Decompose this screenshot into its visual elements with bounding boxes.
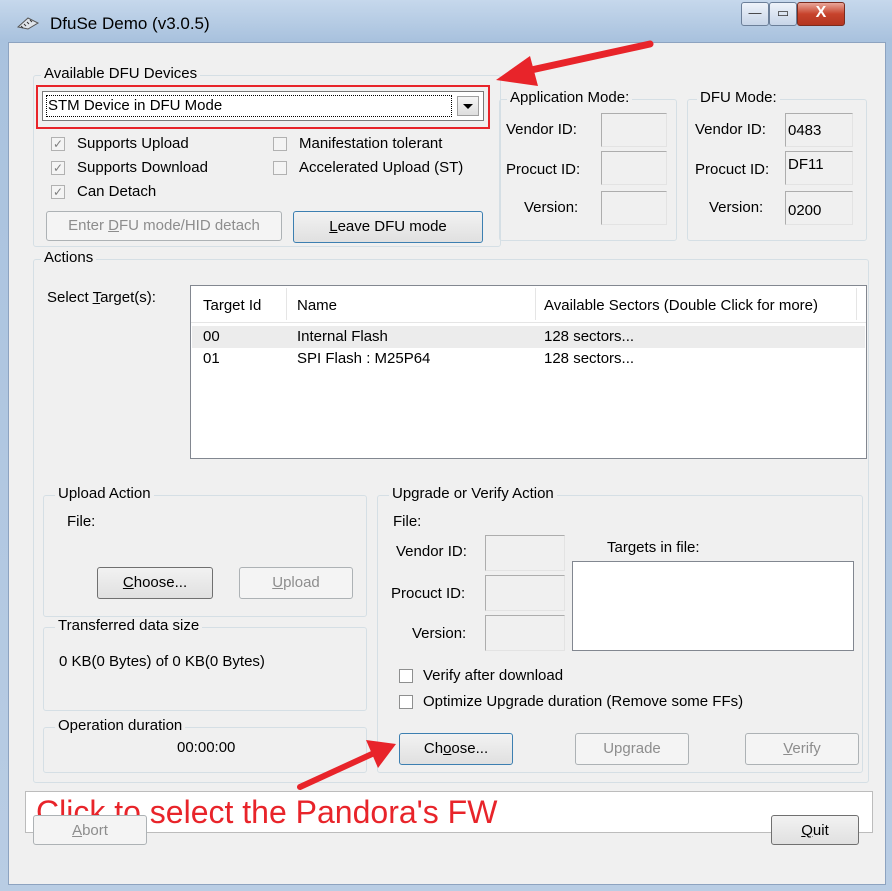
annotation-arrows	[297, 40, 654, 790]
app-window: DfuSe Demo (v3.0.5) — ▭ X Available DFU …	[0, 0, 892, 891]
arrow-to-choose-button	[297, 751, 375, 790]
arrow-to-device-select	[518, 40, 654, 76]
arrow-head-device-select	[496, 56, 538, 86]
